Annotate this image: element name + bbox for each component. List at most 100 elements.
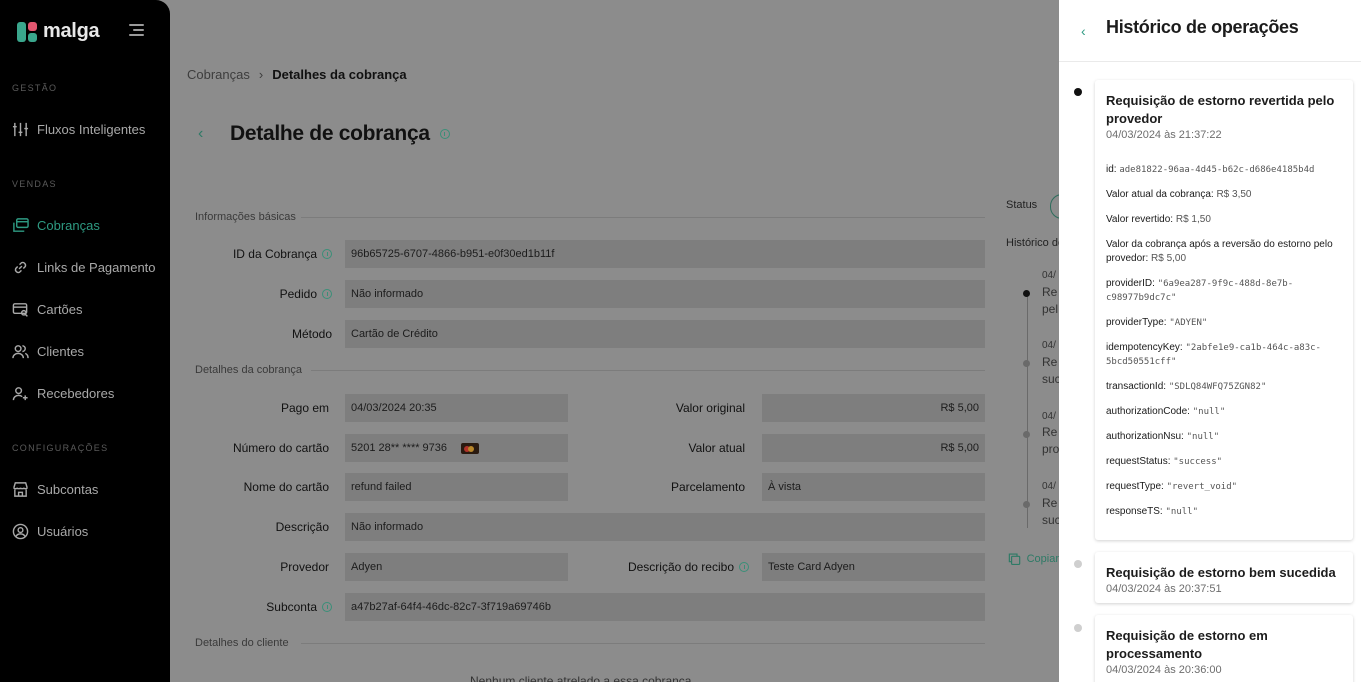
card-name-field[interactable]: refund failed (345, 473, 568, 501)
detail-value[interactable]: "SDLQ84WFQ75ZGN82" (1169, 382, 1267, 392)
info-icon[interactable] (322, 249, 332, 259)
history-event[interactable]: Requisição de estorno revertida pelo pro… (1095, 80, 1353, 540)
event-detail-transaction: transactionId: "SDLQ84WFQ75ZGN82" (1106, 380, 1342, 394)
card-number-label: Número do cartão (232, 441, 329, 455)
sidebar-item-fluxos[interactable]: Fluxos Inteligentes (12, 121, 145, 138)
user-plus-icon (12, 387, 28, 401)
timeline-line (1027, 296, 1028, 528)
detail-value[interactable]: "null" (1165, 507, 1198, 517)
detail-value[interactable]: "ADYEN" (1169, 318, 1207, 328)
mini-event-title[interactable]: Re (1042, 496, 1059, 510)
divider (311, 370, 985, 371)
menu-collapse-icon[interactable] (129, 24, 144, 37)
receipt-description-label: Descrição do recibo (570, 560, 749, 574)
mini-event-title[interactable]: Re (1042, 285, 1059, 299)
no-client-message: Nenhum cliente atrelado a essa cobrança (470, 674, 692, 682)
back-chevron-icon[interactable]: ‹ (198, 125, 210, 143)
event-detail-current: Valor atual da cobrança: R$ 3,50 (1106, 188, 1342, 202)
provider-field[interactable]: Adyen (345, 553, 568, 581)
sidebar-item-links[interactable]: Links de Pagamento (12, 259, 156, 276)
detail-value[interactable]: "null" (1187, 432, 1220, 442)
subaccount-field[interactable]: a47b27af-64f4-46dc-82c7-3f719a69746b (345, 593, 985, 621)
divider (301, 643, 985, 644)
sidebar-item-label: Clientes (37, 344, 84, 359)
event-date: 04/03/2024 às 20:37:51 (1106, 583, 1222, 595)
sidebar-item-cartoes[interactable]: Cartões (12, 301, 83, 318)
detail-key: Valor revertido: (1106, 214, 1174, 225)
description-field[interactable]: Não informado (345, 513, 985, 541)
brand-logo[interactable]: malga (17, 20, 100, 43)
event-detail-auth-nsu: authorizationNsu: "null" (1106, 430, 1342, 444)
copy-icon (1008, 553, 1021, 565)
mini-event-title[interactable]: Re (1042, 425, 1059, 439)
subaccount-label: Subconta (195, 600, 332, 614)
store-icon (13, 482, 28, 497)
sidebar-item-label: Links de Pagamento (37, 260, 156, 275)
user-circle-icon (12, 523, 29, 540)
sidebar-item-subcontas[interactable]: Subcontas (12, 481, 98, 498)
card-name-label: Nome do cartão (243, 480, 329, 494)
sidebar-item-label: Cartões (37, 302, 83, 317)
history-event[interactable]: Requisição de estorno bem sucedida 04/03… (1095, 552, 1353, 603)
copy-label: Copiar (1026, 553, 1059, 565)
detail-value: R$ 5,00 (1151, 253, 1187, 264)
event-detail-request-status: requestStatus: "success" (1106, 455, 1342, 469)
timeline-dot (1074, 560, 1082, 568)
info-icon[interactable] (322, 602, 332, 612)
sidebar-item-cobrancas[interactable]: Cobranças (12, 217, 100, 234)
event-detail-provider-id: providerID: "6a9ea287-9f9c-488d-8e7b-c98… (1106, 277, 1342, 305)
copy-button[interactable]: Copiar (1008, 552, 1059, 566)
subaccount-label-text: Subconta (266, 600, 317, 614)
back-chevron-icon[interactable]: ‹ (1081, 23, 1095, 39)
current-value-field[interactable]: R$ 5,00 (762, 434, 985, 462)
provider-label: Provedor (280, 560, 329, 574)
sidebar-item-label: Recebedores (37, 386, 115, 401)
order-field[interactable]: Não informado (345, 280, 985, 308)
installments-field[interactable]: À vista (762, 473, 985, 501)
detail-value[interactable]: ade81822-96aa-4d45-b62c-d686e4185b4d (1119, 165, 1314, 175)
mini-event-date: 04/ (1042, 340, 1056, 351)
charge-id-label: ID da Cobrança (195, 247, 332, 261)
detail-key: providerType: (1106, 317, 1167, 328)
malga-logo-icon (17, 21, 37, 42)
timeline-dot (1074, 88, 1082, 96)
detail-value[interactable]: "null" (1193, 407, 1226, 417)
sidebar-item-recebedores[interactable]: Recebedores (12, 385, 114, 402)
detail-key: requestStatus: (1106, 456, 1171, 467)
detail-key: responseTS: (1106, 506, 1163, 517)
receipt-description-field[interactable]: Teste Card Adyen (762, 553, 985, 581)
detail-value[interactable]: "success" (1173, 457, 1222, 467)
status-label: Status (1006, 199, 1038, 211)
breadcrumb-parent[interactable]: Cobranças (187, 67, 250, 82)
page-title: Detalhe de cobrança (230, 122, 430, 145)
info-icon[interactable] (322, 289, 332, 299)
timeline-dot (1023, 360, 1030, 367)
card-number-field[interactable]: 5201 28** **** 9736 (345, 434, 568, 462)
sidebar-item-clientes[interactable]: Clientes (12, 343, 84, 360)
history-event[interactable]: Requisição de estorno em processamento 0… (1095, 615, 1353, 682)
paid-at-field[interactable]: 04/03/2024 20:35 (345, 394, 568, 422)
info-icon[interactable] (439, 129, 450, 139)
sidebar-item-usuarios[interactable]: Usuários (12, 523, 88, 540)
timeline-dot (1023, 290, 1030, 297)
original-value-field[interactable]: R$ 5,00 (762, 394, 985, 422)
sidebar-item-label: Fluxos Inteligentes (37, 122, 146, 137)
sidebar-item-label: Usuários (37, 524, 89, 539)
sidebar: malga GESTÃO Fluxos Inteligentes VENDAS … (0, 0, 170, 682)
mini-event-title[interactable]: Re (1042, 355, 1059, 369)
section-vendas: VENDAS (12, 179, 57, 189)
info-icon[interactable] (739, 562, 749, 572)
event-detail-auth-code: authorizationCode: "null" (1106, 405, 1342, 419)
charge-id-field[interactable]: 96b65725-6707-4866-b951-e0f30ed1b11f (345, 240, 985, 268)
section-gestao: GESTÃO (12, 83, 58, 93)
mastercard-icon (461, 442, 480, 454)
page-header: ‹ Detalhe de cobrança (198, 122, 450, 146)
event-title: Requisição de estorno em processamento (1106, 628, 1268, 661)
link-icon (14, 261, 27, 274)
detail-value: R$ 3,50 (1216, 189, 1252, 200)
detail-value[interactable]: "revert_void" (1167, 482, 1237, 492)
event-detail-request-type: requestType: "revert_void" (1106, 480, 1342, 494)
timeline-dot (1023, 501, 1030, 508)
method-field[interactable]: Cartão de Crédito (345, 320, 985, 348)
event-detail-after: Valor da cobrança após a reversão do est… (1106, 238, 1342, 266)
